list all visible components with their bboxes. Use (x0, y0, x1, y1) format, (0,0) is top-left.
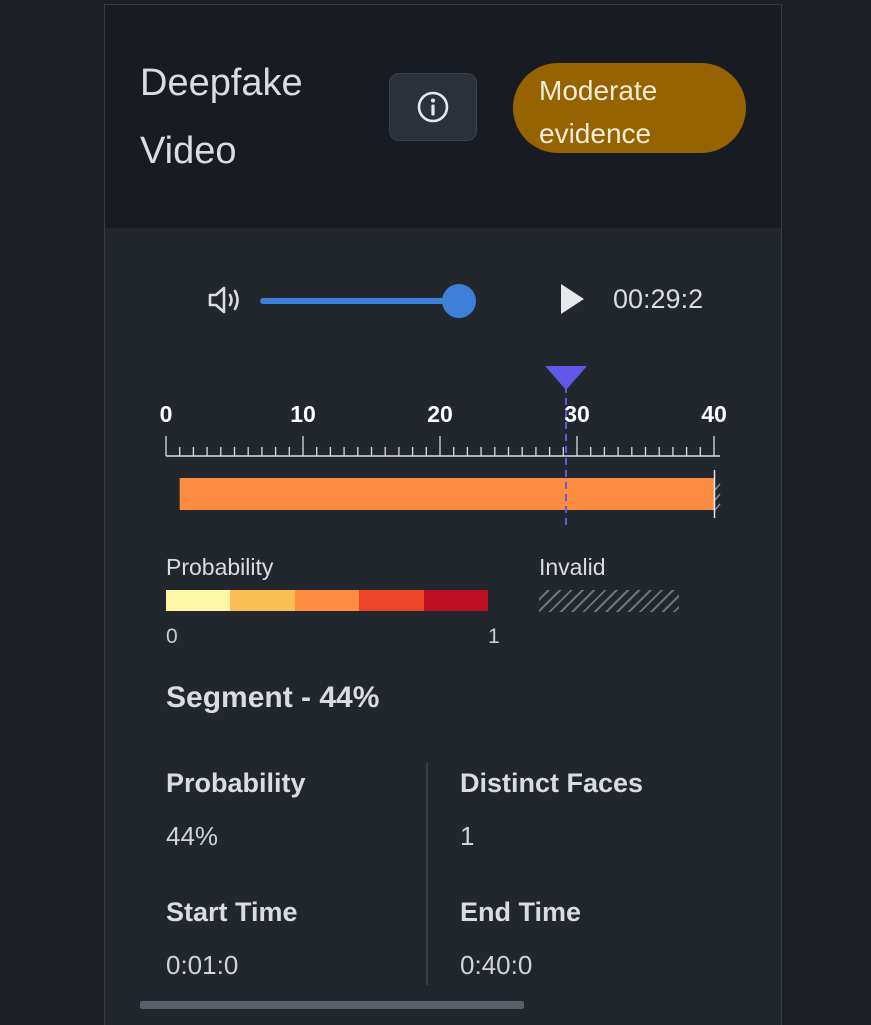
info-icon (417, 91, 449, 123)
legend-max-label: 1 (488, 625, 500, 648)
info-button[interactable] (389, 73, 477, 141)
start-time-label: Start Time (166, 897, 298, 927)
play-icon[interactable] (558, 281, 586, 317)
segment-title: Segment - 44% (166, 681, 380, 714)
probability-scale-step (359, 590, 424, 611)
timeline-segment[interactable] (179, 478, 714, 510)
timeline-invalid-hatch (714, 493, 721, 501)
probability-stat-value: 44% (166, 821, 219, 851)
probability-scale-step (230, 590, 295, 611)
timeline-tick-label: 10 (290, 401, 316, 427)
probability-scale-step (423, 590, 489, 611)
legend-invalid-label: Invalid (539, 554, 606, 580)
detection-panel: Deepfake Video Moderate evidence 00:29:2… (104, 4, 782, 1025)
time-readout: 00:29:2 (613, 284, 704, 314)
timeline-invalid-hatch (714, 483, 721, 491)
invalid-swatch (539, 590, 679, 612)
timeline-invalid-hatch (714, 503, 721, 511)
volume-icon[interactable] (205, 283, 245, 317)
end-time-value: 0:40:0 (460, 950, 533, 980)
evidence-badge: Moderate evidence (513, 63, 746, 153)
faces-stat-value: 1 (460, 821, 475, 851)
probability-stat-label: Probability (166, 768, 306, 798)
volume-slider[interactable] (260, 284, 476, 318)
volume-slider-fill (260, 298, 459, 304)
horizontal-scrollbar[interactable] (140, 1001, 524, 1009)
playhead-handle[interactable] (545, 366, 588, 390)
legend-probability-label: Probability (166, 554, 274, 580)
timeline-tick-label: 30 (564, 401, 590, 427)
stats-divider (426, 763, 428, 985)
volume-slider-thumb[interactable] (441, 284, 476, 318)
probability-scale-step (166, 590, 231, 611)
timeline[interactable]: 0 10 20 30 40 (155, 360, 735, 540)
probability-scale-step (294, 590, 360, 611)
probability-scale (166, 590, 489, 611)
end-time-label: End Time (460, 897, 582, 927)
panel-title: Deepfake Video (140, 62, 303, 172)
timeline-tick-label: 0 (160, 401, 173, 427)
timeline-tick-label: 40 (701, 401, 727, 427)
start-time-value: 0:01:0 (166, 950, 239, 980)
legend-min-label: 0 (166, 625, 178, 648)
timeline-tick-label: 20 (427, 401, 453, 427)
evidence-badge-label: Moderate evidence (539, 75, 658, 149)
panel-header: Deepfake Video Moderate evidence (105, 5, 781, 228)
faces-stat-label: Distinct Faces (460, 768, 644, 798)
